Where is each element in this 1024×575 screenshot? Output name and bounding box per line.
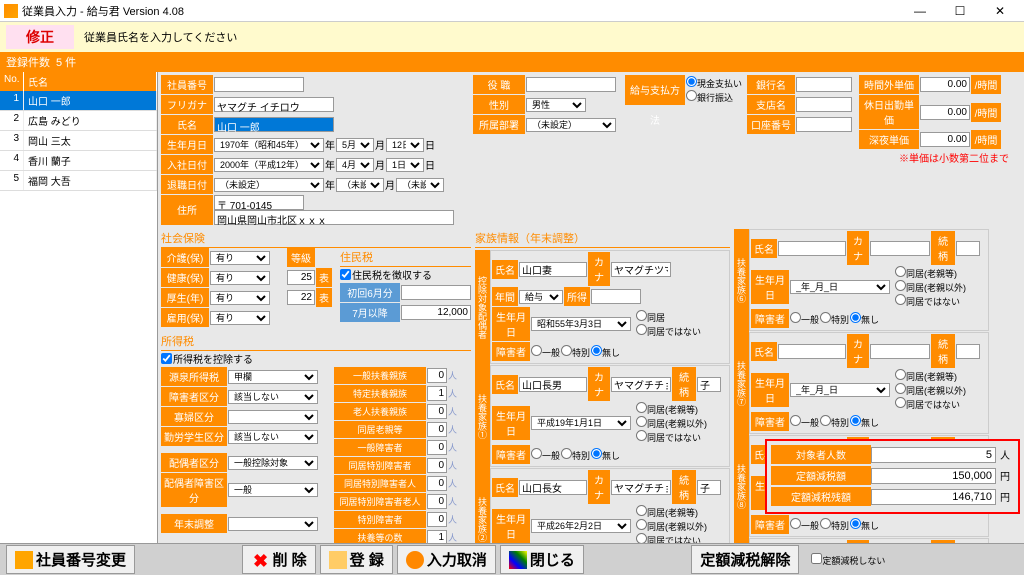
employee-row[interactable]: 5福岡 大吾 bbox=[0, 171, 157, 191]
employee-row[interactable]: 3岡山 三太 bbox=[0, 131, 157, 151]
release-deduction-button[interactable]: 定額減税解除 bbox=[691, 545, 799, 574]
widow-select[interactable] bbox=[228, 410, 318, 424]
close-button[interactable]: 閉じる bbox=[500, 545, 584, 574]
care-ins-select[interactable]: 有り bbox=[210, 251, 270, 265]
delete-icon: ✖ bbox=[251, 551, 269, 569]
pension-select[interactable]: 有り bbox=[210, 291, 270, 305]
branch-field[interactable] bbox=[796, 97, 852, 112]
status-banner: 修正 従業員氏名を入力してください bbox=[0, 22, 1024, 52]
family-block: 氏名カナ続柄生年月日平成19年1月1日同居(老親等)同居(老親以外)同居ではない… bbox=[490, 365, 730, 467]
account-field[interactable] bbox=[796, 117, 852, 132]
close-window-button[interactable]: ✕ bbox=[980, 1, 1020, 21]
resident-tax-7-field[interactable]: 12,000 bbox=[401, 305, 471, 320]
social-insurance-title: 社会保険 bbox=[161, 229, 471, 248]
maximize-button[interactable]: ☐ bbox=[940, 1, 980, 21]
bank-name-field[interactable] bbox=[796, 77, 852, 92]
hire-year-select[interactable]: 2000年（平成12年） bbox=[214, 158, 324, 172]
mode-badge: 修正 bbox=[6, 25, 74, 49]
save-icon bbox=[329, 551, 347, 569]
pension-table-button[interactable]: 表 bbox=[316, 288, 332, 307]
health-ins-select[interactable]: 有り bbox=[210, 271, 270, 285]
post-field[interactable] bbox=[526, 77, 616, 92]
kana-field[interactable]: ヤマグチ イチロウ bbox=[214, 97, 334, 112]
pay-bank-radio bbox=[686, 90, 697, 101]
resident-tax-6-field[interactable] bbox=[401, 285, 471, 300]
change-empno-button[interactable]: 社員番号変更 bbox=[6, 545, 135, 574]
family-block: 氏名カナ続柄生年月日_年_月_日同居(老親等)同居(老親以外)同居ではない障害者… bbox=[749, 332, 989, 434]
night-rate-field[interactable]: 0.00 bbox=[920, 132, 970, 147]
family-block: 氏名カナ続柄生年月日_年_月_日同居(老親等)同居(老親以外)同居ではない障害者… bbox=[749, 229, 989, 331]
health-table-button[interactable]: 表 bbox=[316, 268, 332, 287]
tax-table-select[interactable]: 甲欄 bbox=[228, 370, 318, 384]
family-block: 氏名カナ続柄生年月日平成26年2月2日同居(老親等)同居(老親以外)同居ではない… bbox=[490, 468, 730, 550]
overtime-rate-field[interactable]: 0.00 bbox=[920, 77, 970, 92]
person-icon bbox=[15, 551, 33, 569]
family-block: 氏名カナ年間給与所得生年月日昭和55年3月3日同居同居ではない障害者一般特別無し bbox=[490, 250, 730, 364]
zip-field[interactable]: 〒 701-0145 bbox=[214, 195, 304, 210]
no-deduction-checkbox bbox=[811, 553, 822, 564]
address-field[interactable]: 岡山県岡山市北区ｘｘｘ bbox=[214, 210, 454, 225]
register-button[interactable]: 登 録 bbox=[320, 545, 393, 574]
birth-month-select[interactable]: 5月 bbox=[336, 138, 374, 152]
window-title: 従業員入力 - 給与君 Version 4.08 bbox=[22, 3, 184, 19]
close-icon bbox=[509, 551, 527, 569]
spouse-dis-select[interactable]: 一般 bbox=[228, 483, 318, 497]
rate-note: ※単価は小数第二位まで bbox=[859, 150, 1009, 165]
bottom-toolbar: 社員番号変更 ✖削 除 登 録 入力取消 閉じる 定額減税解除 定額減税しない bbox=[0, 543, 1024, 575]
health-grade-field[interactable]: 25 bbox=[287, 270, 315, 285]
income-tax-checkbox bbox=[161, 353, 172, 364]
employee-row[interactable]: 4香川 蘭子 bbox=[0, 151, 157, 171]
employee-row[interactable]: 1山口 一郎 bbox=[0, 91, 157, 111]
app-icon bbox=[4, 4, 18, 18]
yearend-adj-select[interactable] bbox=[228, 517, 318, 531]
birth-year-select[interactable]: 1970年（昭和45年） bbox=[214, 138, 324, 152]
employee-row[interactable]: 2広島 みどり bbox=[0, 111, 157, 131]
fixed-deduction-panel: 対象者人数5人 定額減税額150,000円 定額減税残額146,710円 bbox=[765, 439, 1020, 514]
titlebar: 従業員入力 - 給与君 Version 4.08 — ☐ ✕ bbox=[0, 0, 1024, 22]
deduction-remain-field[interactable]: 146,710 bbox=[871, 489, 996, 505]
dept-select[interactable]: （未設定） bbox=[526, 118, 616, 132]
status-message: 従業員氏名を入力してください bbox=[84, 29, 237, 45]
holiday-rate-field[interactable]: 0.00 bbox=[920, 105, 970, 120]
list-header-bar: 登録件数 5 件 bbox=[0, 52, 1024, 72]
employment-ins-select[interactable]: 有り bbox=[210, 311, 270, 325]
spouse-select[interactable]: 一般控除対象 bbox=[228, 456, 318, 470]
resident-tax-title: 住民税 bbox=[340, 248, 471, 267]
name-field[interactable]: 山口 一郎 bbox=[214, 117, 334, 132]
income-tax-title: 所得税 bbox=[161, 332, 471, 351]
employee-list: No. 氏名 1山口 一郎2広島 みどり3岡山 三太4香川 蘭子5福岡 大吾 bbox=[0, 72, 158, 550]
deduction-count-field[interactable]: 5 bbox=[871, 447, 996, 463]
delete-button[interactable]: ✖削 除 bbox=[242, 545, 315, 574]
disability-select[interactable]: 該当しない bbox=[228, 390, 318, 404]
employee-number-field[interactable] bbox=[214, 77, 304, 92]
undo-icon bbox=[406, 551, 424, 569]
resident-tax-checkbox bbox=[340, 269, 351, 280]
pay-cash-radio bbox=[686, 76, 697, 87]
cancel-input-button[interactable]: 入力取消 bbox=[397, 545, 496, 574]
deduction-amount-field[interactable]: 150,000 bbox=[871, 468, 996, 484]
minimize-button[interactable]: — bbox=[900, 1, 940, 21]
student-select[interactable]: 該当しない bbox=[228, 430, 318, 444]
retire-year-select[interactable]: （未設定） bbox=[214, 178, 324, 192]
birth-day-select[interactable]: 12日 bbox=[386, 138, 424, 152]
pension-grade-field[interactable]: 22 bbox=[287, 290, 315, 305]
sex-select[interactable]: 男性 bbox=[526, 98, 586, 112]
